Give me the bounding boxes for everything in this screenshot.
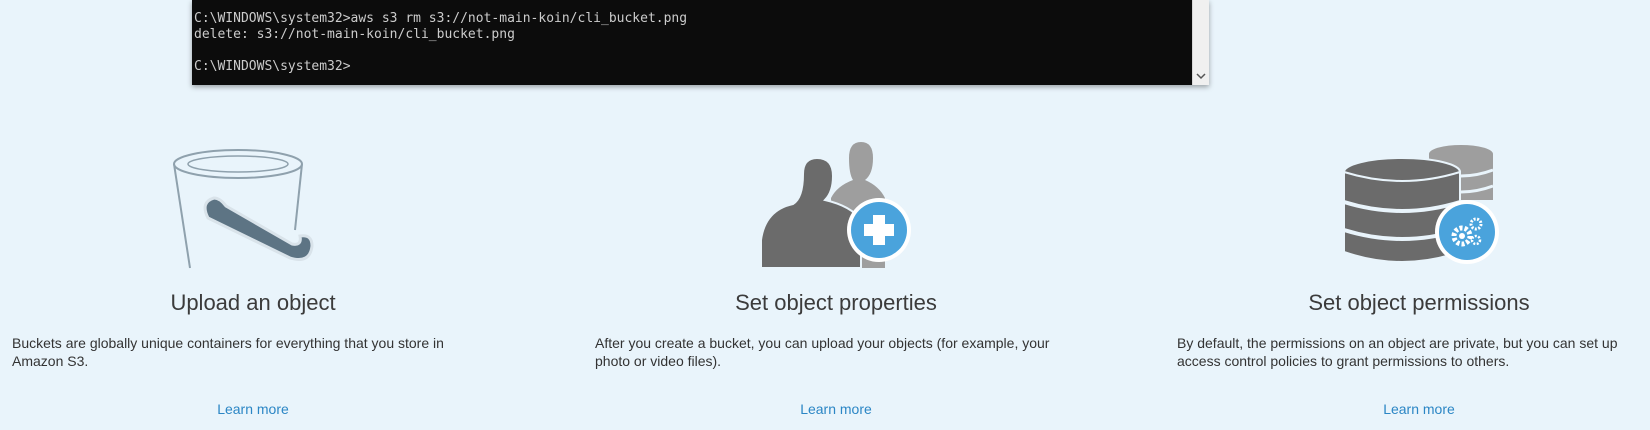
card-title: Set object properties — [735, 290, 937, 315]
card-description: By default, the permissions on an object… — [1177, 335, 1618, 369]
terminal-line: delete: s3://not-main-koin/cli_bucket.pn… — [194, 27, 515, 42]
card-description: After you create a bucket, you can uploa… — [595, 335, 1050, 369]
card-upload-object: Upload an object Buckets are globally un… — [3, 140, 503, 430]
terminal-scrollbar[interactable] — [1192, 0, 1209, 85]
learn-more-link[interactable]: Learn more — [3, 401, 503, 417]
terminal-line: C:\WINDOWS\system32>aws s3 rm s3://not-m… — [194, 11, 688, 26]
card-set-properties: Set object properties After you create a… — [586, 140, 1086, 430]
card-title: Upload an object — [170, 290, 336, 315]
learn-more-link[interactable]: Learn more — [586, 401, 1086, 417]
scroll-down-arrow-icon[interactable] — [1193, 69, 1209, 83]
terminal-prompt: C:\WINDOWS\system32> — [194, 59, 351, 74]
terminal-window[interactable]: C:\WINDOWS\system32>aws s3 rm s3://not-m… — [192, 0, 1209, 85]
card-set-permissions: Set object permissions By default, the p… — [1169, 140, 1650, 430]
bucket-icon — [3, 148, 503, 283]
database-settings-icon — [1169, 145, 1650, 283]
terminal-output: C:\WINDOWS\system32>aws s3 rm s3://not-m… — [194, 11, 687, 75]
users-add-icon — [586, 142, 1086, 283]
card-description: Buckets are globally unique containers f… — [12, 335, 444, 369]
card-title: Set object permissions — [1308, 290, 1530, 315]
learn-more-link[interactable]: Learn more — [1169, 401, 1650, 417]
